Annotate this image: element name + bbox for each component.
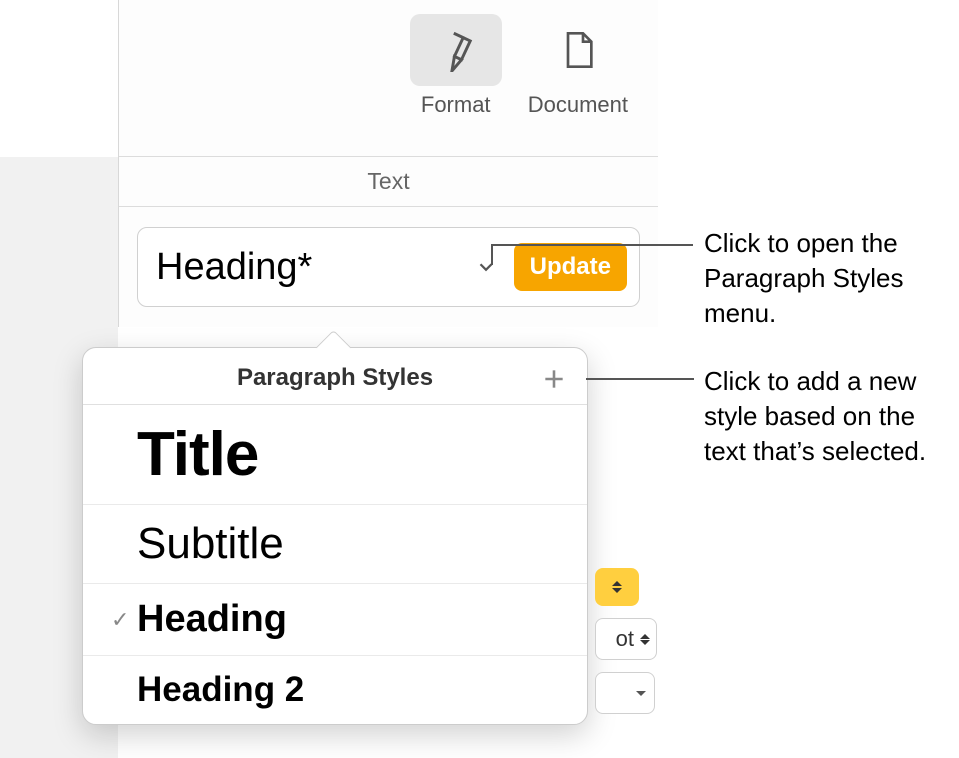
chevron-up-icon bbox=[640, 634, 650, 639]
add-style-button[interactable] bbox=[537, 362, 571, 396]
callout-paragraph-styles-menu: Click to open the Paragraph Styles menu. bbox=[704, 226, 954, 331]
dropdown-stepper[interactable] bbox=[595, 568, 639, 606]
text-section-tab[interactable]: Text bbox=[119, 157, 658, 207]
paragraph-style-row: Heading* Update bbox=[119, 207, 658, 327]
chevron-up-icon bbox=[612, 581, 622, 586]
inspector-panel: Format Document Text Heading* Update bbox=[118, 0, 658, 327]
text-section-label: Text bbox=[367, 168, 409, 195]
style-label: Heading bbox=[137, 598, 287, 641]
paragraph-style-selector[interactable]: Heading* Update bbox=[137, 227, 640, 307]
plus-icon bbox=[541, 366, 567, 392]
style-item-subtitle[interactable]: Subtitle bbox=[83, 505, 587, 584]
style-label: Title bbox=[137, 419, 258, 490]
current-style-name: Heading* bbox=[156, 246, 458, 289]
callout-leader-line bbox=[491, 244, 693, 246]
document-icon-wrap bbox=[532, 14, 624, 86]
partial-text: ot bbox=[616, 626, 634, 652]
popover-header: Paragraph Styles bbox=[83, 348, 587, 405]
paintbrush-icon bbox=[434, 28, 478, 72]
update-style-button[interactable]: Update bbox=[514, 243, 627, 291]
partial-dropdown[interactable] bbox=[595, 672, 655, 714]
style-item-title[interactable]: Title bbox=[83, 405, 587, 505]
document-tab[interactable]: Document bbox=[528, 14, 628, 148]
document-icon bbox=[558, 28, 598, 72]
paragraph-styles-list: Title Subtitle ✓ Heading Heading 2 bbox=[83, 405, 587, 724]
partial-control[interactable]: ot bbox=[595, 618, 657, 660]
callout-add-style: Click to add a new style based on the te… bbox=[704, 364, 954, 469]
chevron-down-icon bbox=[636, 691, 646, 696]
document-label: Document bbox=[528, 92, 628, 118]
style-label: Subtitle bbox=[137, 519, 284, 569]
inspector-toolbar: Format Document bbox=[119, 0, 658, 157]
style-label: Heading 2 bbox=[137, 670, 304, 710]
callout-leader-line bbox=[586, 378, 694, 380]
format-tab[interactable]: Format bbox=[410, 14, 502, 148]
checkmark-icon: ✓ bbox=[111, 607, 137, 633]
format-icon-wrap bbox=[410, 14, 502, 86]
popover-title: Paragraph Styles bbox=[237, 364, 433, 392]
chevron-down-icon bbox=[612, 588, 622, 593]
paragraph-style-menu-button[interactable] bbox=[470, 251, 502, 283]
chevron-down-icon bbox=[475, 256, 497, 278]
chevron-down-icon bbox=[640, 640, 650, 645]
stepper[interactable] bbox=[640, 634, 650, 645]
style-item-heading-2[interactable]: Heading 2 bbox=[83, 656, 587, 724]
style-item-heading[interactable]: ✓ Heading bbox=[83, 584, 587, 656]
callout-leader-line bbox=[491, 244, 493, 265]
side-controls: ot bbox=[595, 568, 657, 714]
format-label: Format bbox=[421, 92, 491, 118]
paragraph-styles-popover: Paragraph Styles Title Subtitle ✓ Headin… bbox=[82, 347, 588, 725]
